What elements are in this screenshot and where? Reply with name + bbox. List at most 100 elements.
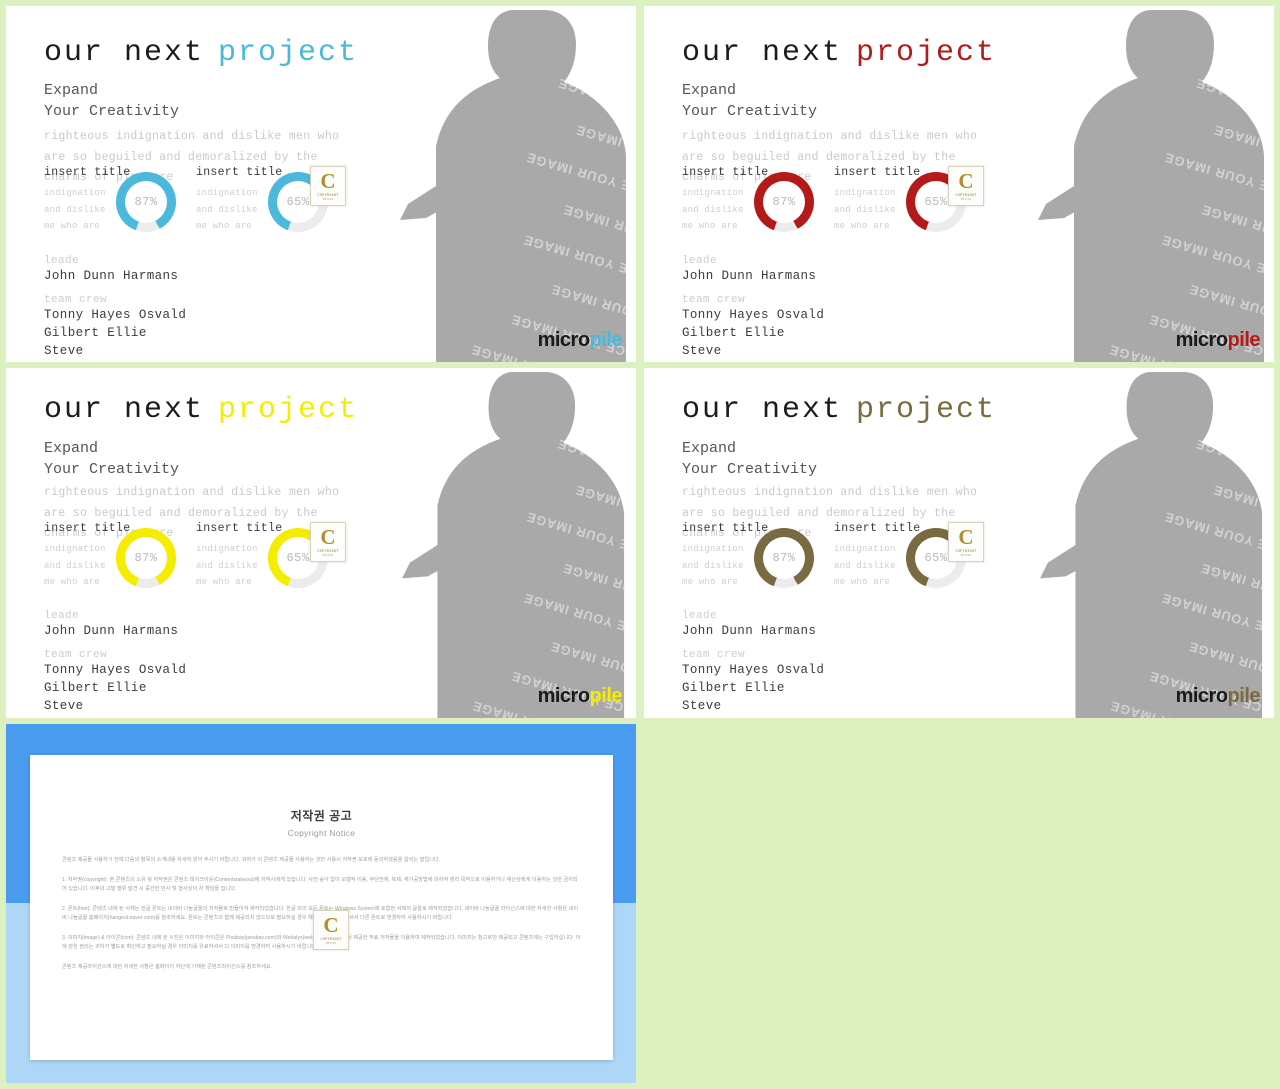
badge-letter: C [958, 525, 974, 549]
subtitle-line-1: Expand [44, 440, 99, 457]
slide-headline: our next project [682, 393, 996, 427]
slide-headline: our next project [44, 393, 358, 427]
bodycopy-line-1: righteous indignation and dislike men wh… [682, 130, 978, 143]
svg-text:REPLACE YOUR IMAGE: REPLACE YOUR IMAGE [1206, 6, 1274, 56]
credit-label: team crew [44, 649, 108, 661]
credit-label: leade [44, 255, 80, 267]
headline-dark: our next [682, 36, 843, 70]
brand-dark: micro [537, 329, 590, 351]
badge-letter: C [320, 525, 336, 549]
bodycopy-line-2: are so beguiled and demoralized by the [682, 506, 956, 520]
subtitle-line-2: Your Creativity [682, 461, 818, 478]
stat-title: insert title [682, 522, 769, 535]
donut-chart: 87% [116, 528, 176, 588]
credit-name: John Dunn Harmans [682, 269, 817, 283]
copyright-badge-icon: C COPYRIGHT NOTICE [313, 910, 349, 950]
copyright-card: 저작권 공고 Copyright Notice 콘텐츠 제공물 사용하기 전에 … [30, 755, 613, 1060]
stats-group: insert title indignation and dislike me … [682, 522, 1012, 602]
bodycopy-line-1: righteous indignation and dislike men wh… [44, 486, 340, 499]
copyright-badge-icon: C COPYRIGHT NOTICE [310, 522, 346, 562]
svg-text:REPLACE YOUR IMAGE: REPLACE YOUR IMAGE [1243, 48, 1274, 109]
svg-text:REPLACE YOUR IMAGE: REPLACE YOUR IMAGE [1242, 409, 1274, 469]
copyright-badge-icon: C COPYRIGHT NOTICE [948, 166, 984, 206]
donut-value: 87% [125, 181, 167, 223]
headline-accent: project [218, 393, 359, 427]
svg-text:REPLACE YOUR IMAGE: REPLACE YOUR IMAGE [605, 48, 636, 109]
credit-name: Gilbert Ellie [44, 681, 147, 695]
svg-text:REPLACE YOUR IMAGE: REPLACE YOUR IMAGE [1206, 368, 1274, 418]
copyright-footer: 콘텐츠 제공라이선스에 대한 자세한 사항은 홈페이지 하단에 기재된 콘텐츠라… [62, 963, 273, 970]
stats-group: insert title indignation and dislike me … [44, 522, 374, 602]
badge-letter: C [958, 169, 974, 193]
badge-line-2: NOTICE [960, 198, 972, 201]
copyright-title-en: Copyright Notice [287, 828, 356, 838]
credit-name: Tonny Hayes Osvald [44, 663, 187, 677]
badge-line-2: NOTICE [960, 554, 972, 557]
silhouette-photo: REPLACE YOUR IMAGE REPLACE YOUR IMAGE RE… [1024, 6, 1274, 362]
credit-name: Gilbert Ellie [682, 326, 785, 340]
slide-blue[interactable]: REPLACE YOUR IMAGE REPLACE YOUR IMAGE RE… [6, 6, 636, 362]
credit-label: team crew [682, 649, 746, 661]
credit-label: leade [682, 610, 718, 622]
credit-name: Steve [44, 699, 84, 713]
brand-dark: micro [1175, 685, 1228, 707]
headline-dark: our next [682, 393, 843, 427]
bodycopy-line-2: are so beguiled and demoralized by the [44, 506, 318, 520]
subtitle-line-2: Your Creativity [44, 461, 180, 478]
presentation-canvas: REPLACE YOUR IMAGE REPLACE YOUR IMAGE RE… [0, 0, 1280, 1089]
bodycopy-line-1: righteous indignation and dislike men wh… [682, 486, 978, 499]
silhouette-photo: REPLACE YOUR IMAGE REPLACE YOUR IMAGE RE… [386, 368, 636, 718]
slide-subtitle: Expand Your Creativity [682, 80, 817, 122]
svg-text:REPLACE YOUR IMAGE: REPLACE YOUR IMAGE [604, 409, 636, 469]
donut-value: 87% [763, 181, 805, 223]
slide-brown[interactable]: REPLACE YOUR IMAGE REPLACE YOUR IMAGE RE… [644, 368, 1274, 718]
brand-logo: micropile [537, 329, 623, 352]
credit-name: Tonny Hayes Osvald [682, 663, 825, 677]
credit-name: John Dunn Harmans [682, 624, 817, 638]
credit-label: leade [682, 255, 718, 267]
subtitle-line-2: Your Creativity [682, 103, 818, 120]
brand-accent: pile [589, 685, 623, 707]
badge-line-2: NOTICE [322, 198, 334, 201]
slide-yellow[interactable]: REPLACE YOUR IMAGE REPLACE YOUR IMAGE RE… [6, 368, 636, 718]
slide-subtitle: Expand Your Creativity [682, 438, 817, 480]
silhouette-photo: REPLACE YOUR IMAGE REPLACE YOUR IMAGE RE… [386, 6, 636, 362]
badge-letter: C [320, 169, 336, 193]
donut-value: 87% [125, 537, 167, 579]
credit-name: Tonny Hayes Osvald [682, 308, 825, 322]
headline-accent: project [856, 36, 997, 70]
badge-letter: C [323, 913, 339, 937]
credits-group: leade John Dunn Harmans team crew Tonny … [44, 601, 186, 715]
bodycopy-line-2: are so beguiled and demoralized by the [682, 150, 956, 164]
slide-subtitle: Expand Your Creativity [44, 80, 179, 122]
credit-label: team crew [44, 294, 108, 306]
stats-group: insert title indignation and dislike me … [682, 166, 1012, 246]
headline-accent: project [856, 393, 997, 427]
slide-copyright-notice[interactable]: 저작권 공고 Copyright Notice 콘텐츠 제공물 사용하기 전에 … [6, 724, 636, 1083]
svg-text:REPLACE YOUR IMAGE: REPLACE YOUR IMAGE [568, 6, 636, 56]
donut-chart: 87% [116, 172, 176, 232]
subtitle-line-2: Your Creativity [44, 103, 180, 120]
credit-name: John Dunn Harmans [44, 269, 179, 283]
silhouette-photo: REPLACE YOUR IMAGE REPLACE YOUR IMAGE RE… [1024, 368, 1274, 718]
brand-dark: micro [1175, 329, 1228, 351]
donut-chart: 87% [754, 528, 814, 588]
stat-title: insert title [682, 166, 769, 179]
credit-name: Steve [682, 699, 722, 713]
subtitle-line-1: Expand [682, 82, 737, 99]
headline-dark: our next [44, 36, 205, 70]
badge-line-2: NOTICE [322, 554, 334, 557]
brand-dark: micro [537, 685, 590, 707]
credit-label: leade [44, 610, 80, 622]
copyright-badge-icon: C COPYRIGHT NOTICE [948, 522, 984, 562]
brand-accent: pile [589, 329, 623, 351]
stat-title: insert title [44, 522, 131, 535]
copyright-section-1: 1. 저작권(copyright): 본 콘텐츠의 소유 및 저작권은 콘텐츠 … [62, 876, 578, 893]
copyright-intro: 콘텐츠 제공물 사용하기 전에 다음의 항목의 소개내용 자세히 읽어 주시기 … [62, 857, 441, 863]
slide-red[interactable]: REPLACE YOUR IMAGE REPLACE YOUR IMAGE RE… [644, 6, 1274, 362]
donut-value: 87% [763, 537, 805, 579]
credit-name: Tonny Hayes Osvald [44, 308, 187, 322]
slide-headline: our next project [44, 36, 358, 70]
slide-headline: our next project [682, 36, 996, 70]
brand-logo: micropile [1175, 329, 1261, 352]
